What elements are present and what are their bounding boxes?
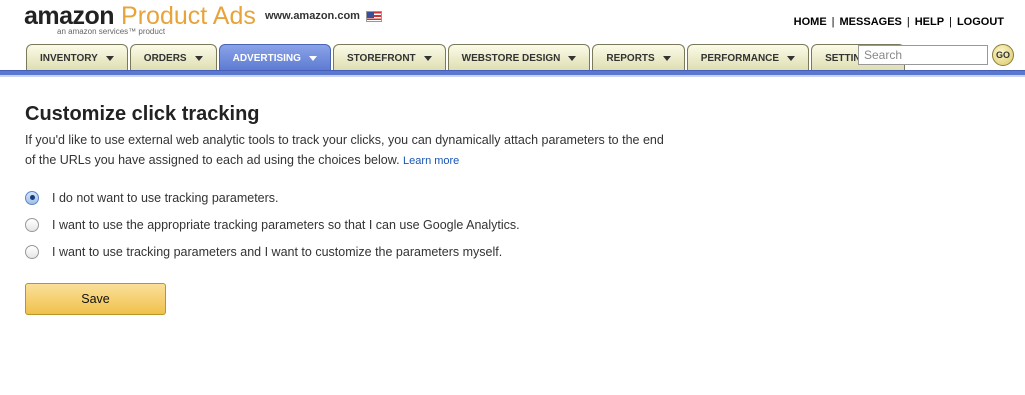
tracking-options: I do not want to use tracking parameters… — [25, 184, 520, 265]
tab-label: REPORTS — [606, 53, 655, 64]
option-no-tracking[interactable]: I do not want to use tracking parameters… — [25, 184, 520, 211]
amazon-product-ads-logo[interactable]: amazon Product Ads an amazon services™ p… — [24, 2, 256, 37]
save-button[interactable]: Save — [25, 283, 166, 315]
link-separator: | — [949, 16, 952, 28]
tab-webstore-design[interactable]: WEBSTORE DESIGN — [447, 44, 591, 72]
main-nav: INVENTORY ORDERS ADVERTISING STOREFRONT … — [26, 44, 906, 72]
search-go-button[interactable]: GO — [992, 44, 1014, 66]
chevron-down-icon — [423, 56, 432, 61]
chevron-down-icon — [787, 56, 796, 61]
chevron-down-icon — [194, 56, 203, 61]
link-separator: | — [831, 16, 835, 28]
link-separator: | — [906, 16, 910, 28]
chevron-down-icon — [662, 56, 671, 61]
page-description: If you'd like to use external web analyt… — [25, 130, 665, 171]
option-label: I want to use the appropriate tracking p… — [52, 217, 520, 232]
site-url: www.amazon.com — [265, 10, 360, 22]
page-title: Customize click tracking — [25, 103, 260, 125]
marketplace-indicator: www.amazon.com — [265, 10, 382, 22]
tab-reports[interactable]: REPORTS — [592, 44, 685, 72]
logo-brand: amazon — [24, 2, 115, 30]
tab-label: STOREFRONT — [346, 53, 416, 64]
tab-label: ORDERS — [143, 53, 187, 64]
us-flag-icon — [365, 10, 382, 22]
radio-custom-parameters[interactable] — [25, 244, 39, 259]
radio-no-tracking[interactable] — [25, 190, 39, 205]
tab-label: INVENTORY — [40, 53, 98, 64]
option-label: I want to use tracking parameters and I … — [52, 244, 503, 259]
nav-divider — [0, 75, 1025, 77]
logout-link[interactable]: LOGOUT — [957, 16, 1004, 28]
chevron-down-icon — [105, 56, 114, 61]
tab-storefront[interactable]: STOREFRONT — [332, 44, 446, 72]
tab-orders[interactable]: ORDERS — [129, 44, 217, 72]
help-link[interactable]: HELP — [915, 16, 944, 28]
tab-inventory[interactable]: INVENTORY — [26, 44, 128, 72]
search-input[interactable] — [858, 45, 988, 65]
tab-label: PERFORMANCE — [700, 53, 780, 64]
option-google-analytics[interactable]: I want to use the appropriate tracking p… — [25, 211, 520, 238]
chevron-down-icon — [568, 56, 577, 61]
tab-label: ADVERTISING — [232, 53, 301, 64]
home-link[interactable]: HOME — [794, 16, 827, 28]
option-custom-parameters[interactable]: I want to use tracking parameters and I … — [25, 238, 520, 265]
tab-performance[interactable]: PERFORMANCE — [686, 44, 810, 72]
messages-link[interactable]: MESSAGES — [840, 16, 902, 28]
logo-product: Product Ads — [121, 2, 256, 30]
option-label: I do not want to use tracking parameters… — [52, 190, 279, 205]
tab-label: WEBSTORE DESIGN — [461, 53, 561, 64]
chevron-down-icon — [308, 56, 317, 61]
description-text: If you'd like to use external web analyt… — [25, 133, 664, 167]
learn-more-link[interactable]: Learn more — [403, 155, 459, 167]
tab-advertising[interactable]: ADVERTISING — [218, 44, 331, 72]
top-links: HOME | MESSAGES | HELP | LOGOUT — [794, 16, 1004, 28]
radio-google-analytics[interactable] — [25, 217, 39, 232]
